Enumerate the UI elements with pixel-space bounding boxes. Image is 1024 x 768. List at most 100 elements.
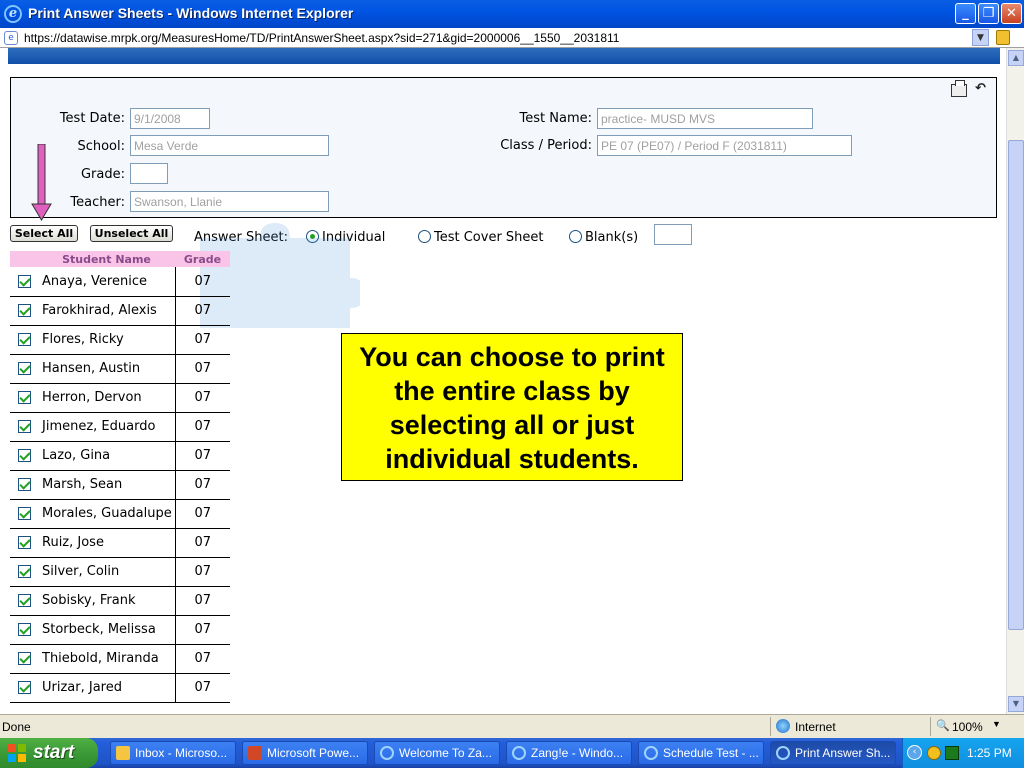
student-grade: 07 [175,586,230,616]
start-button[interactable]: start [0,738,98,768]
student-name: Farokhirad, Alexis [38,296,176,326]
school-field[interactable]: Mesa Verde [130,135,329,156]
task-zangle[interactable]: Zang!e - Windo... [506,741,632,765]
address-dropdown-icon[interactable]: ▼ [972,29,989,46]
outlook-icon [116,746,130,760]
student-checkbox[interactable] [17,536,31,549]
task-label: Print Answer Sh... [795,746,891,760]
scroll-down-icon[interactable]: ▼ [1008,696,1024,712]
task-label: Schedule Test - ... [663,746,759,760]
row-checkbox-cell [10,296,38,326]
table-row: Jimenez, Eduardo 07 [10,412,230,442]
task-welcome-zangle[interactable]: Welcome To Za... [374,741,500,765]
task-print-answer-sheets[interactable]: Print Answer Sh... [770,741,896,765]
student-checkbox[interactable] [17,652,31,665]
student-name: Lazo, Gina [38,441,176,471]
page-icon: e [4,31,18,45]
task-label: Welcome To Za... [399,746,492,760]
scroll-thumb[interactable] [1008,140,1024,630]
task-powerpoint[interactable]: Microsoft Powe... [242,741,368,765]
student-grade: 07 [175,412,230,442]
student-checkbox[interactable] [17,478,31,491]
row-checkbox-cell [10,325,38,355]
url-text[interactable]: https://datawise.mrpk.org/MeasuresHome/T… [24,31,619,45]
lock-icon[interactable] [996,30,1010,45]
student-name: Ruiz, Jose [38,528,176,558]
table-row: Urizar, Jared 07 [10,673,230,703]
table-row: Lazo, Gina 07 [10,441,230,471]
address-bar[interactable]: e https://datawise.mrpk.org/MeasuresHome… [0,28,1024,48]
close-button[interactable]: ✕ [1001,3,1022,24]
clock-tray-icon[interactable] [927,746,941,760]
student-grade: 07 [175,325,230,355]
zoom-icon[interactable]: 🔍 [936,719,950,732]
select-all-button[interactable]: Select All [10,225,78,242]
class-period-field[interactable]: PE 07 (PE07) / Period F (2031811) [597,135,852,156]
page-content: ↶ Test Date: 9/1/2008 School: Mesa Verde… [0,48,1006,714]
test-date-field[interactable]: 9/1/2008 [130,108,210,129]
student-checkbox[interactable] [17,507,31,520]
header-student-name: Student Name [38,251,175,267]
globe-icon [776,719,790,733]
student-checkbox[interactable] [17,449,31,462]
student-name: Silver, Colin [38,557,176,587]
table-header-row: Student Name Grade [10,251,230,267]
blanks-label[interactable]: Blank(s) [585,230,638,245]
title-bar: e Print Answer Sheets - Windows Internet… [0,0,1024,28]
student-checkbox[interactable] [17,274,31,288]
zone-text: Internet [795,720,836,734]
scroll-up-icon[interactable]: ▲ [1008,50,1024,66]
back-icon[interactable]: ↶ [975,81,986,96]
test-cover-sheet-radio[interactable] [418,230,431,243]
student-checkbox[interactable] [17,420,31,433]
student-checkbox[interactable] [17,304,31,317]
task-label: Inbox - Microso... [135,746,228,760]
table-row: Flores, Ricky 07 [10,325,230,355]
task-inbox[interactable]: Inbox - Microso... [110,741,236,765]
ie-icon [776,746,790,760]
student-checkbox[interactable] [17,391,31,404]
student-table: Student Name Grade Anaya, Verenice 07 Faro… [10,251,230,703]
student-grade: 07 [175,296,230,326]
pointer-arrow-icon [31,144,52,221]
print-icon[interactable] [951,80,967,97]
vertical-scrollbar[interactable]: ▲ ▼ [1006,48,1024,714]
task-schedule-test[interactable]: Schedule Test - ... [638,741,764,765]
zoom-level[interactable]: 100% [952,720,983,734]
row-checkbox-cell [10,470,38,500]
teacher-field[interactable]: Swanson, Llanie [130,191,329,212]
row-checkbox-cell [10,644,38,674]
student-grade: 07 [175,499,230,529]
clock[interactable]: 1:25 PM [967,746,1012,760]
student-name: Storbeck, Melissa [38,615,176,645]
student-table-body: Anaya, Verenice 07 Farokhirad, Alexis 07 Flo… [10,267,230,703]
row-checkbox-cell [10,673,38,703]
maximize-button[interactable]: ❐ [978,3,999,24]
student-grade: 07 [175,673,230,703]
tray-expand-icon[interactable]: ‹ [907,745,922,760]
row-checkbox-cell [10,383,38,413]
student-checkbox[interactable] [17,565,31,578]
powerpoint-icon [248,746,262,760]
student-name: Morales, Guadalupe [38,499,176,529]
blanks-radio[interactable] [569,230,582,243]
student-checkbox[interactable] [17,333,31,346]
unselect-all-button[interactable]: Unselect All [90,225,173,242]
student-checkbox[interactable] [17,681,31,694]
student-checkbox[interactable] [17,362,31,375]
student-checkbox[interactable] [17,594,31,607]
student-grade: 07 [175,557,230,587]
test-name-field[interactable]: practice- MUSD MVS [597,108,813,129]
status-divider [770,717,771,736]
minimize-button[interactable]: _ [955,3,976,24]
blanks-count-field[interactable] [654,224,692,245]
monitor-tray-icon[interactable] [945,746,959,760]
status-bar: Done Internet 🔍 100% ▼ [0,714,1024,738]
zoom-dropdown-icon[interactable]: ▼ [992,719,1001,729]
student-checkbox[interactable] [17,623,31,636]
grade-field[interactable] [130,163,168,184]
table-row: Hansen, Austin 07 [10,354,230,384]
student-grade: 07 [175,615,230,645]
ie-logo-icon: e [4,5,22,23]
test-cover-sheet-label[interactable]: Test Cover Sheet [434,230,544,245]
